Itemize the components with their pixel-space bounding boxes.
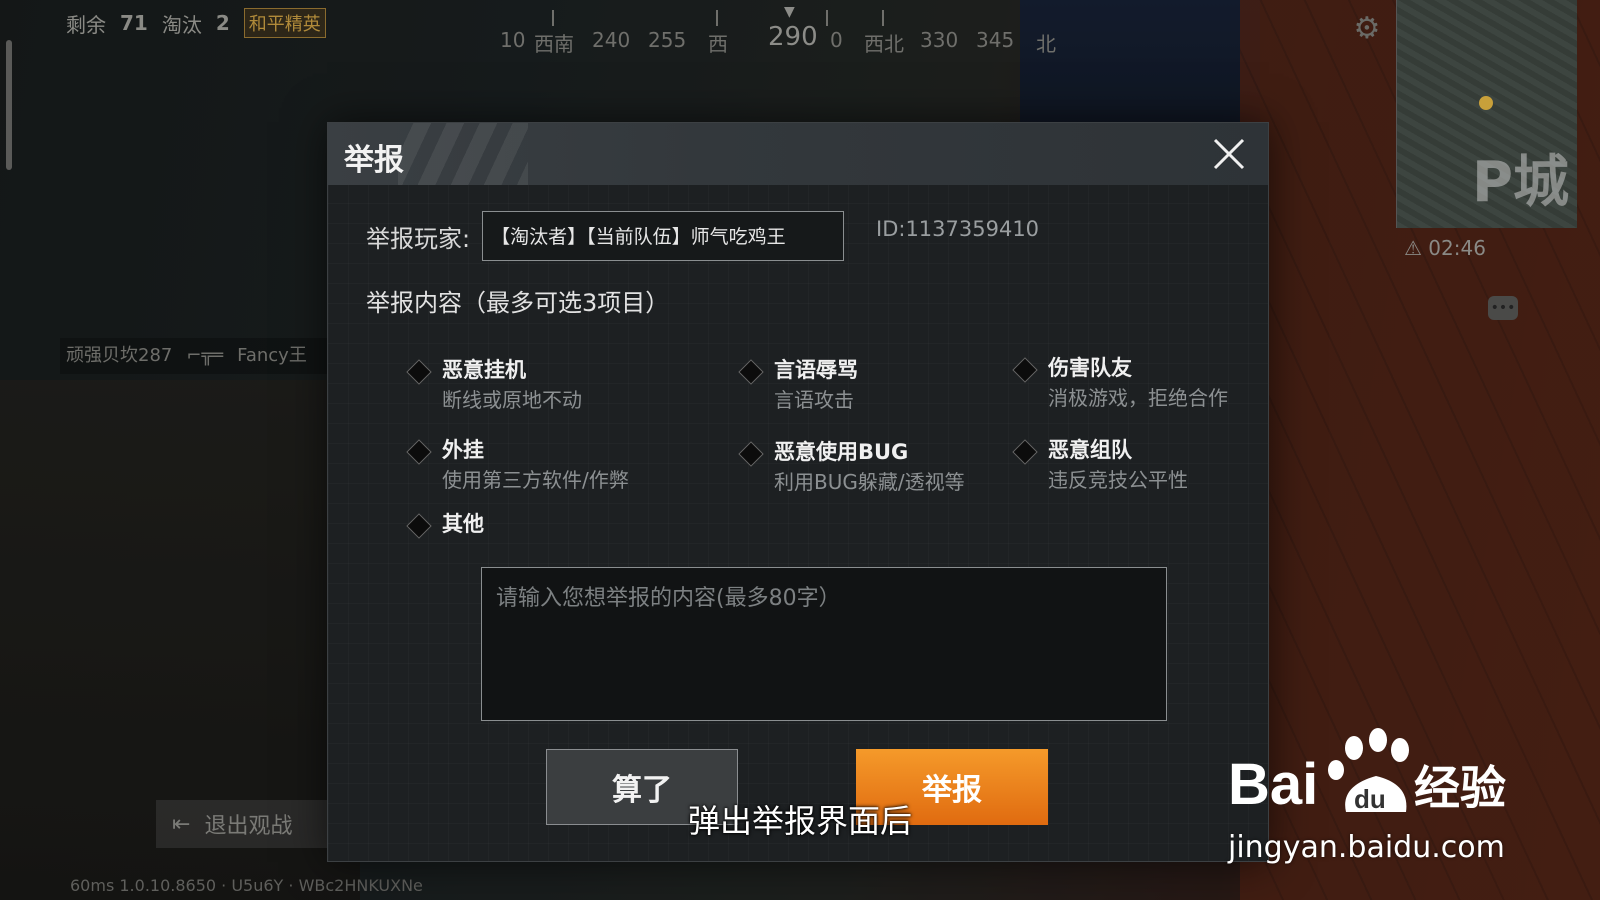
diamond-checkbox-icon	[406, 439, 432, 465]
option-verbal-abuse[interactable]: 言语辱骂 言语攻击	[738, 355, 858, 415]
compass-pointer-icon: ▼	[784, 4, 795, 20]
killfeed-victim: Fancy王	[237, 345, 307, 366]
report-content-heading: 举报内容（最多可选3项目）	[366, 289, 670, 317]
diamond-checkbox-icon	[738, 441, 764, 467]
zone-timer-value: 02:46	[1428, 236, 1486, 260]
dialog-header: 举报	[328, 123, 1268, 185]
compass-heading: 290	[768, 22, 818, 52]
gear-icon[interactable]: ⚙	[1350, 12, 1384, 46]
option-title: 恶意使用BUG	[774, 440, 909, 464]
compass-tick	[826, 10, 828, 26]
option-teaming[interactable]: 恶意组队 违反竞技公平性	[1012, 435, 1188, 495]
option-cheating[interactable]: 外挂 使用第三方软件/作弊	[406, 435, 629, 495]
compass-mark: 255	[648, 28, 687, 52]
compass-bar: ▼ 10 西南 240 255 西 290 0 西北 330 345 北	[500, 4, 1060, 56]
minimap-city-label: P城	[1471, 150, 1569, 215]
eliminated-label: 淘汰	[161, 12, 202, 37]
compass-mark: 西	[708, 32, 728, 56]
diamond-checkbox-icon	[1012, 439, 1038, 465]
option-title: 外挂	[442, 438, 484, 462]
option-title: 其他	[442, 512, 484, 536]
option-title: 伤害队友	[1048, 356, 1132, 380]
option-afk[interactable]: 恶意挂机 断线或原地不动	[406, 355, 582, 415]
option-desc: 消极游戏，拒绝合作	[1048, 386, 1228, 410]
option-title: 言语辱骂	[774, 358, 858, 382]
option-title: 恶意组队	[1048, 438, 1132, 462]
reported-player-field: 【淘汰者】【当前队伍】师气吃鸡王	[482, 211, 845, 261]
compass-mark: 北	[1036, 32, 1056, 56]
dialog-title: 举报	[344, 143, 404, 178]
player-label: 举报玩家:	[366, 224, 471, 253]
option-desc: 断线或原地不动	[442, 388, 582, 412]
zone-timer: ⚠ 02:46	[1404, 236, 1486, 260]
reported-player-row: 举报玩家: 【淘汰者】【当前队伍】师气吃鸡王	[366, 211, 845, 261]
svg-text:du: du	[1354, 784, 1386, 814]
option-desc: 违反竞技公平性	[1048, 468, 1188, 492]
chat-icon[interactable]: •••	[1488, 296, 1518, 320]
network-status: 60ms 1.0.10.8650 · U5u6Y · WBc2HNKUXNe	[70, 876, 423, 895]
gun-icon: ⌐╦═	[186, 345, 224, 366]
diamond-checkbox-icon	[738, 359, 764, 385]
player-marker-icon	[1479, 96, 1493, 110]
compass-tick	[552, 10, 554, 26]
kill-feed: 顽强贝坎287 ⌐╦═ Fancy王	[60, 338, 366, 374]
diamond-checkbox-icon	[406, 359, 432, 385]
option-title: 恶意挂机	[442, 358, 526, 382]
game-mode-badge: 和平精英	[243, 8, 326, 38]
killfeed-killer: 顽强贝坎287	[66, 345, 173, 366]
compass-mark: 330	[920, 28, 959, 52]
option-desc: 使用第三方软件/作弊	[442, 468, 629, 492]
header-stripes-decoration	[398, 123, 528, 185]
baidu-logo-icon: Bai du 经验	[1228, 728, 1506, 817]
option-desc: 利用BUG躲藏/透视等	[774, 470, 965, 494]
compass-mark: 10	[500, 28, 526, 52]
match-status: 剩余 71 淘汰 2 和平精英	[66, 8, 326, 38]
option-bug-abuse[interactable]: 恶意使用BUG 利用BUG躲藏/透视等	[738, 437, 965, 497]
option-other[interactable]: 其他	[406, 509, 484, 539]
eliminated-count: 2	[215, 11, 230, 35]
compass-tick	[716, 10, 718, 26]
close-button[interactable]	[1210, 135, 1248, 173]
report-details-input[interactable]	[481, 567, 1167, 721]
compass-mark: 240	[592, 28, 631, 52]
diamond-checkbox-icon	[406, 513, 432, 539]
compass-mark: 西北	[864, 32, 904, 56]
compass-mark: 0	[830, 28, 843, 52]
option-team-damage[interactable]: 伤害队友 消极游戏，拒绝合作	[1012, 353, 1228, 413]
compass-tick	[882, 10, 884, 26]
watermark-url: jingyan.baidu.com	[1228, 830, 1505, 865]
compass-mark: 345	[976, 28, 1015, 52]
diamond-checkbox-icon	[1012, 357, 1038, 383]
player-id: ID:1137359410	[876, 217, 1040, 241]
compass-mark: 西南	[534, 32, 574, 56]
minimap[interactable]: P城	[1396, 0, 1577, 228]
baidu-jingyan-watermark: Bai du 经验 jingyan.baidu.com	[1228, 726, 1528, 866]
report-dialog: 举报 举报玩家: 【淘汰者】【当前队伍】师气吃鸡王 ID:1137359410 …	[327, 122, 1269, 862]
remaining-count: 71	[120, 11, 148, 35]
option-desc: 言语攻击	[774, 388, 854, 412]
remaining-label: 剩余	[66, 12, 106, 37]
left-edge-bar	[6, 40, 12, 170]
close-icon	[1213, 138, 1245, 170]
svg-text:Bai: Bai	[1228, 752, 1318, 817]
svg-text:经验: 经验	[1414, 761, 1506, 815]
